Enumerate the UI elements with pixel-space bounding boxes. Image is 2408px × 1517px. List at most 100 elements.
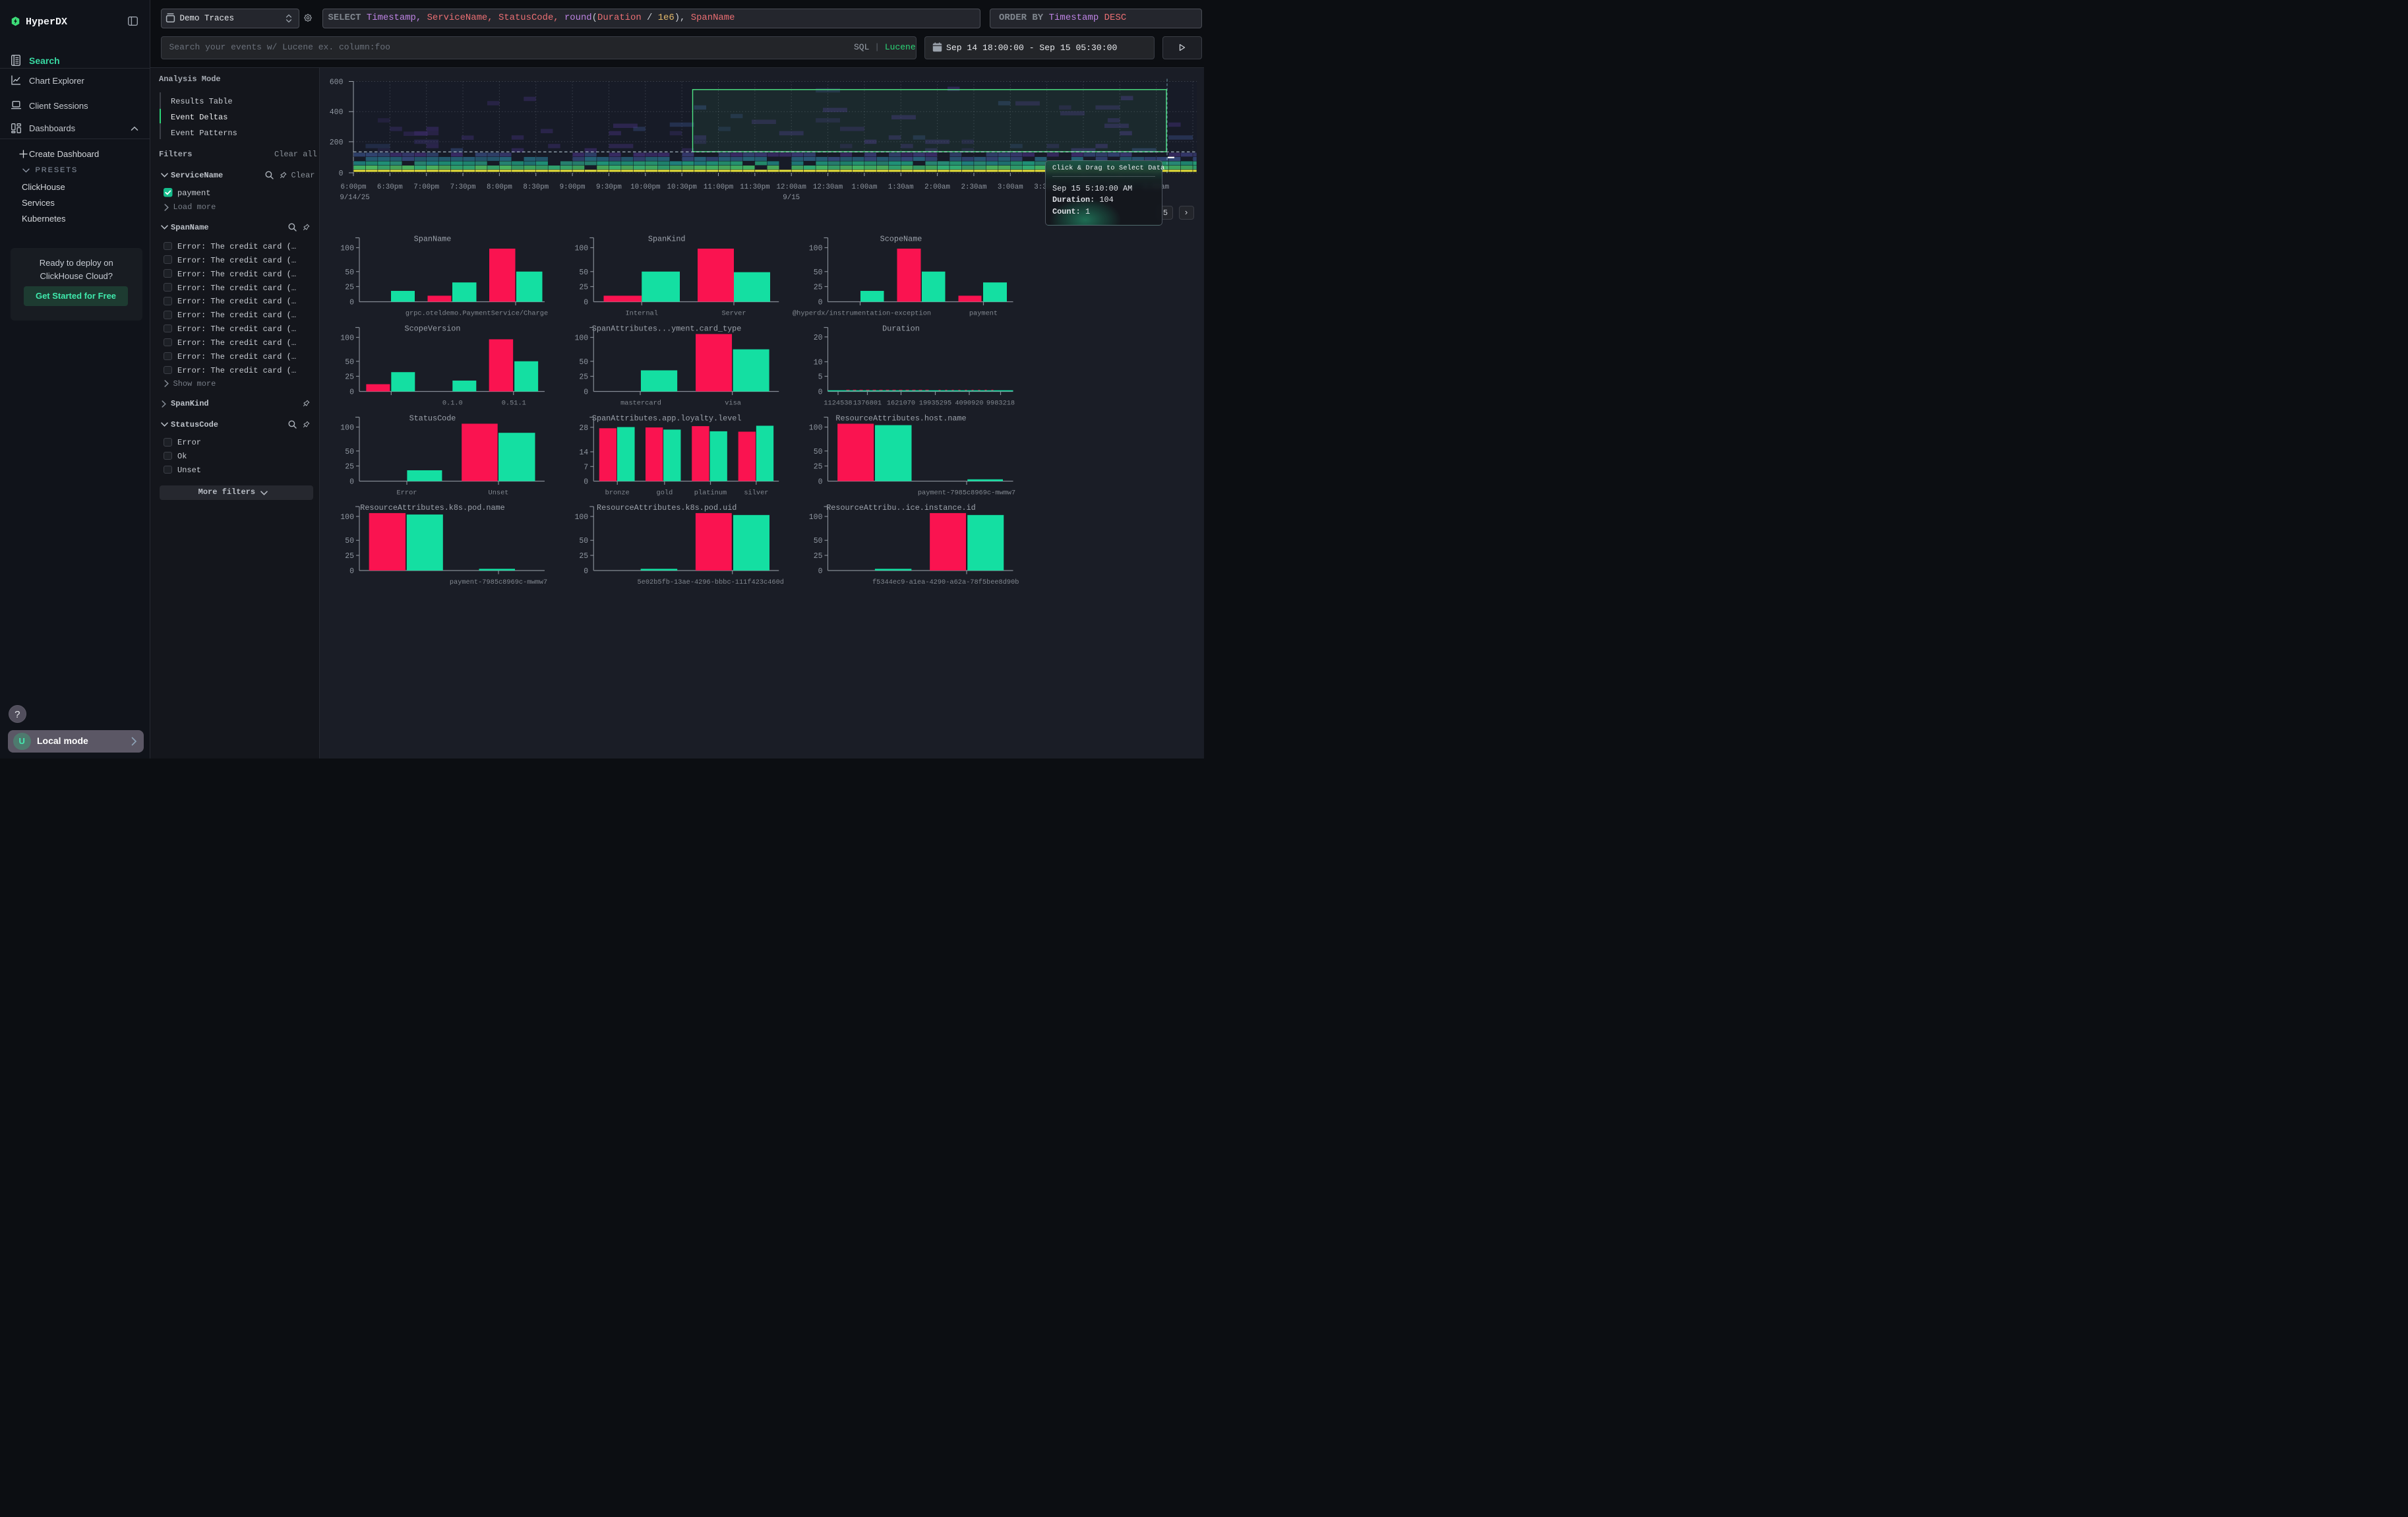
svg-text:6:00pm: 6:00pm <box>341 183 367 191</box>
svg-text:Unset: Unset <box>489 489 509 497</box>
svg-text:7: 7 <box>584 463 588 472</box>
svg-text:20: 20 <box>814 333 823 342</box>
svg-text:9983218: 9983218 <box>986 399 1015 407</box>
svg-text:12:00am: 12:00am <box>777 183 806 191</box>
svg-text:visa: visa <box>725 399 741 407</box>
svg-text:9/15: 9/15 <box>783 194 800 202</box>
svg-text:f5344ec9-a1ea-4290-a62a-78f5be: f5344ec9-a1ea-4290-a62a-78f5bee8d90b <box>872 578 1019 586</box>
svg-text:Error: Error <box>397 489 417 497</box>
svg-text:0: 0 <box>818 388 823 396</box>
svg-text:19935295: 19935295 <box>919 399 951 407</box>
svg-text:ResourceAttribu..ice.instance.: ResourceAttribu..ice.instance.id <box>826 503 976 512</box>
svg-text:Server: Server <box>721 309 746 317</box>
svg-text:10: 10 <box>814 358 823 367</box>
svg-text:6:30pm: 6:30pm <box>377 183 403 191</box>
svg-text:25: 25 <box>579 373 588 381</box>
svg-text:SpanAttributes...yment.card_ty: SpanAttributes...yment.card_type <box>592 324 742 333</box>
svg-text:1:30am: 1:30am <box>888 183 914 191</box>
svg-text:grpc.oteldemo.PaymentService/C: grpc.oteldemo.PaymentService/Charge <box>406 309 548 317</box>
svg-text:SpanName: SpanName <box>414 234 452 243</box>
svg-text:5: 5 <box>818 373 823 381</box>
svg-text:50: 50 <box>579 268 588 276</box>
svg-text:payment: payment <box>969 309 998 317</box>
svg-text:@hyperdx/instrumentation-excep: @hyperdx/instrumentation-exception <box>793 309 931 317</box>
svg-text:25: 25 <box>579 552 588 561</box>
svg-text:11:30pm: 11:30pm <box>740 183 769 191</box>
svg-text:600: 600 <box>330 78 344 86</box>
svg-text:SpanAttributes.app.loyalty.lev: SpanAttributes.app.loyalty.level <box>592 414 742 423</box>
svg-text:0: 0 <box>584 478 588 486</box>
svg-text:0: 0 <box>339 170 344 178</box>
svg-text:ResourceAttributes.k8s.pod.uid: ResourceAttributes.k8s.pod.uid <box>597 503 737 512</box>
svg-text:9/14/25: 9/14/25 <box>340 194 369 202</box>
svg-text:1621070: 1621070 <box>887 399 915 407</box>
svg-text:50: 50 <box>345 537 354 545</box>
svg-text:0: 0 <box>349 388 354 396</box>
svg-text:Duration: Duration <box>882 324 920 333</box>
svg-text:7:30pm: 7:30pm <box>450 183 476 191</box>
svg-text:10:30pm: 10:30pm <box>667 183 697 191</box>
svg-text:25: 25 <box>345 552 354 561</box>
svg-text:2:00am: 2:00am <box>924 183 950 191</box>
svg-text:25: 25 <box>345 283 354 292</box>
svg-text:bronze: bronze <box>605 489 630 497</box>
svg-text:25: 25 <box>814 283 823 292</box>
svg-text:payment-7985c8969c-mwmw7: payment-7985c8969c-mwmw7 <box>450 578 547 586</box>
svg-text:5e02b5fb-13ae-4296-bbbc-111f42: 5e02b5fb-13ae-4296-bbbc-111f423c460d <box>638 578 784 586</box>
svg-text:8:30pm: 8:30pm <box>523 183 549 191</box>
svg-text:400: 400 <box>330 108 344 117</box>
svg-text:0.1.0: 0.1.0 <box>442 399 463 407</box>
svg-text:0: 0 <box>349 567 354 576</box>
svg-text:silver: silver <box>744 489 768 497</box>
svg-text:12:30am: 12:30am <box>813 183 843 191</box>
svg-text:0: 0 <box>818 478 823 486</box>
svg-text:0: 0 <box>584 567 588 576</box>
svg-text:28: 28 <box>579 423 588 432</box>
svg-text:200: 200 <box>330 138 344 146</box>
svg-text:0: 0 <box>349 298 354 307</box>
svg-text:14: 14 <box>579 449 588 457</box>
svg-text:0: 0 <box>818 298 823 307</box>
svg-text:25: 25 <box>579 283 588 292</box>
svg-text:10:00pm: 10:00pm <box>630 183 660 191</box>
svg-text:100: 100 <box>574 244 588 253</box>
svg-text:mastercard: mastercard <box>620 399 661 407</box>
svg-text:0.51.1: 0.51.1 <box>502 399 526 407</box>
svg-text:ResourceAttributes.k8s.pod.nam: ResourceAttributes.k8s.pod.name <box>360 503 504 512</box>
svg-text:StatusCode: StatusCode <box>409 414 456 423</box>
svg-text:0: 0 <box>584 298 588 307</box>
svg-text:100: 100 <box>809 244 823 253</box>
svg-text:25: 25 <box>814 462 823 471</box>
svg-text:payment-7985c8969c-mwmw7: payment-7985c8969c-mwmw7 <box>918 489 1015 497</box>
svg-text:50: 50 <box>814 537 823 545</box>
svg-text:50: 50 <box>345 447 354 456</box>
svg-text:9:00pm: 9:00pm <box>560 183 586 191</box>
svg-text:25: 25 <box>345 462 354 471</box>
svg-text:7:00pm: 7:00pm <box>413 183 439 191</box>
svg-text:3:00am: 3:00am <box>998 183 1023 191</box>
svg-text:1:00am: 1:00am <box>851 183 877 191</box>
svg-text:4090920: 4090920 <box>955 399 983 407</box>
svg-text:50: 50 <box>814 268 823 276</box>
svg-text:25: 25 <box>345 373 354 381</box>
svg-text:100: 100 <box>340 513 354 522</box>
svg-text:50: 50 <box>579 537 588 545</box>
svg-text:100: 100 <box>809 423 823 432</box>
svg-text:50: 50 <box>345 268 354 276</box>
svg-text:50: 50 <box>345 357 354 366</box>
svg-text:1124538: 1124538 <box>824 399 852 407</box>
svg-text:2:30am: 2:30am <box>961 183 987 191</box>
svg-text:SpanKind: SpanKind <box>648 234 686 243</box>
svg-text:0: 0 <box>584 388 588 396</box>
svg-text:0: 0 <box>349 478 354 486</box>
svg-text:8:00pm: 8:00pm <box>487 183 512 191</box>
svg-text:100: 100 <box>340 423 354 432</box>
svg-text:11:00pm: 11:00pm <box>704 183 733 191</box>
svg-text:9:30pm: 9:30pm <box>596 183 622 191</box>
svg-text:ResourceAttributes.host.name: ResourceAttributes.host.name <box>835 414 966 423</box>
svg-text:100: 100 <box>340 244 354 253</box>
svg-text:50: 50 <box>814 447 823 456</box>
svg-text:ScopeName: ScopeName <box>880 234 922 243</box>
svg-text:0: 0 <box>818 567 823 576</box>
svg-text:25: 25 <box>814 552 823 561</box>
